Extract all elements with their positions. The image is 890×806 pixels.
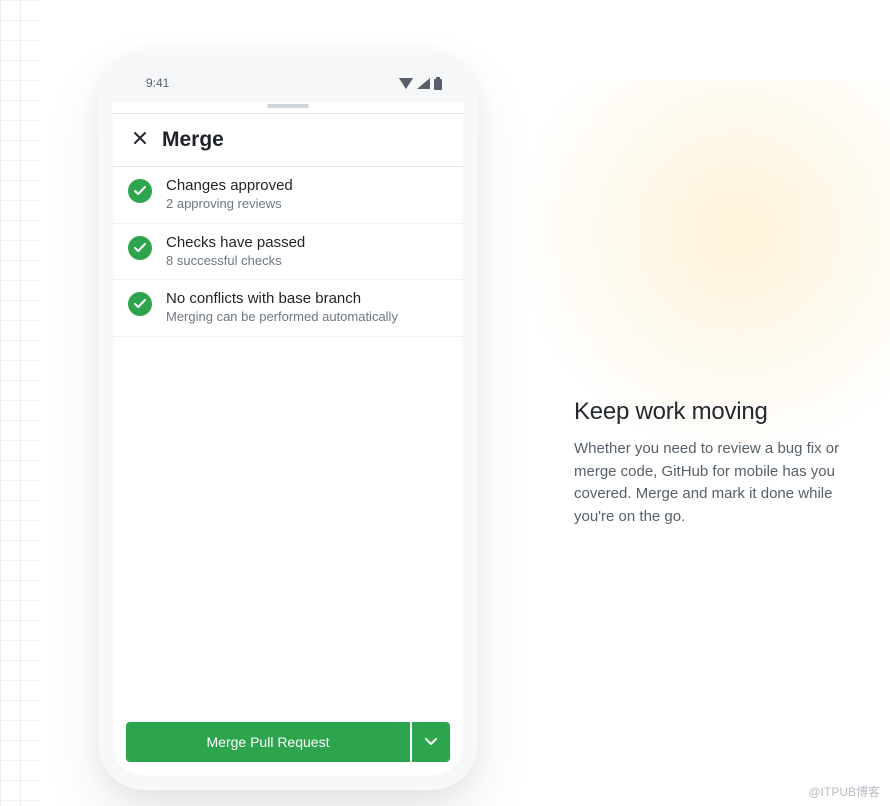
status-time: 9:41 (146, 76, 169, 90)
status-item-subtitle: Merging can be performed automatically (166, 308, 398, 326)
merge-options-dropdown[interactable] (412, 722, 450, 762)
status-item-conflicts[interactable]: No conflicts with base branch Merging ca… (112, 280, 464, 337)
drag-handle[interactable] (112, 102, 464, 114)
status-item-title: Checks have passed (166, 234, 305, 251)
cellular-icon (417, 78, 430, 89)
status-item-subtitle: 8 successful checks (166, 252, 305, 270)
status-bar: 9:41 (112, 64, 464, 102)
sheet-header: Merge (112, 114, 464, 167)
status-item-checks[interactable]: Checks have passed 8 successful checks (112, 224, 464, 281)
check-icon (128, 179, 152, 203)
marketing-body: Whether you need to review a bug fix or … (574, 438, 844, 528)
wifi-icon (399, 78, 413, 89)
check-icon (128, 292, 152, 316)
chevron-down-icon (425, 733, 437, 751)
status-text: No conflicts with base branch Merging ca… (166, 290, 398, 326)
close-icon (132, 130, 148, 151)
status-icons (399, 77, 442, 90)
sheet-title: Merge (162, 128, 224, 152)
phone-frame: 9:41 Merge (98, 50, 478, 790)
close-button[interactable] (126, 126, 154, 154)
merge-pull-request-button[interactable]: Merge Pull Request (126, 722, 410, 762)
background-grid (0, 0, 40, 806)
phone-screen: 9:41 Merge (112, 64, 464, 776)
sheet-footer: Merge Pull Request (112, 708, 464, 776)
status-item-title: Changes approved (166, 177, 293, 194)
marketing-heading: Keep work moving (574, 398, 844, 426)
status-item-approved[interactable]: Changes approved 2 approving reviews (112, 167, 464, 224)
watermark: @ITPUB博客 (808, 783, 880, 800)
check-icon (128, 236, 152, 260)
status-text: Checks have passed 8 successful checks (166, 234, 305, 270)
status-text: Changes approved 2 approving reviews (166, 177, 293, 213)
marketing-copy: Keep work moving Whether you need to rev… (574, 398, 844, 528)
status-item-title: No conflicts with base branch (166, 290, 398, 307)
status-item-subtitle: 2 approving reviews (166, 195, 293, 213)
merge-button-label: Merge Pull Request (207, 734, 330, 750)
merge-status-list: Changes approved 2 approving reviews Che… (112, 167, 464, 708)
battery-icon (434, 77, 442, 90)
